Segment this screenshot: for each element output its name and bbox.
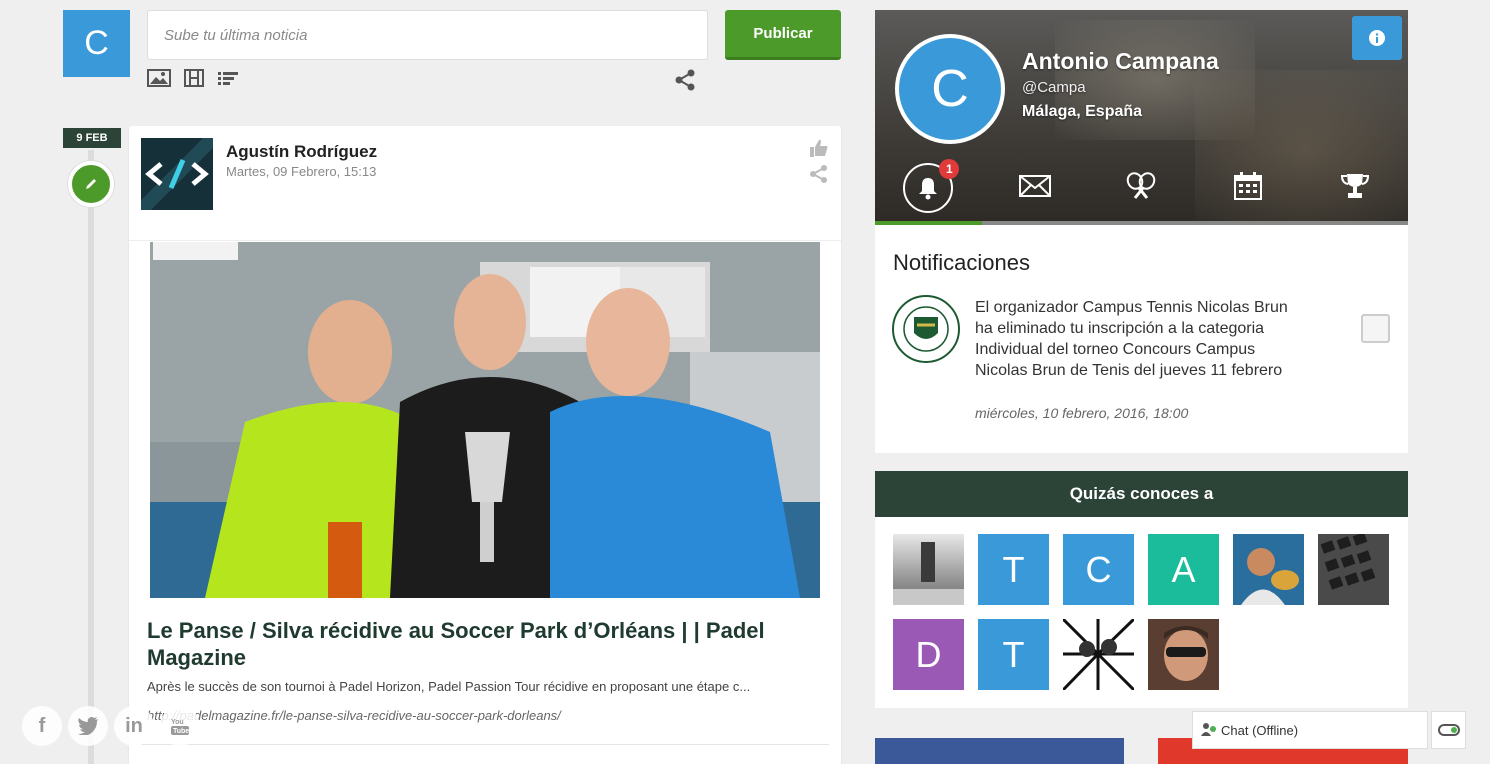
post-url[interactable]: http://padelmagazine.fr/le-panse-silva-r…	[147, 708, 561, 723]
video-icon[interactable]	[183, 68, 205, 88]
share-icon[interactable]	[809, 164, 829, 189]
facebook-banner[interactable]	[875, 738, 1124, 764]
twitter-icon[interactable]	[68, 706, 108, 746]
nav-notifications[interactable]: 1	[875, 158, 982, 218]
mail-icon[interactable]	[1018, 174, 1051, 202]
date-badge: 9 FEB	[63, 128, 121, 148]
svg-text:You: You	[171, 719, 184, 726]
svg-text:Tube: Tube	[173, 728, 189, 735]
suggestion-avatar[interactable]	[1063, 619, 1134, 690]
divider	[129, 240, 841, 241]
profile-location: Málaga, España	[1022, 103, 1143, 120]
chat-user-icon	[1201, 722, 1217, 739]
post-date: Martes, 09 Febrero, 15:13	[226, 164, 377, 179]
news-input[interactable]	[147, 10, 708, 60]
suggestions-grid: T C A D T	[893, 534, 1389, 690]
suggestion-avatar[interactable]: C	[1063, 534, 1134, 605]
post-image[interactable]	[150, 242, 820, 598]
suggestions-panel: Quizás conoces a T C A D T	[875, 471, 1408, 708]
list-icon[interactable]	[217, 68, 239, 88]
divider	[141, 744, 829, 745]
chat-status[interactable]: Chat (Offline)	[1192, 711, 1428, 749]
chat-label: Chat (Offline)	[1221, 722, 1299, 738]
nav-calendar[interactable]	[1195, 158, 1302, 218]
image-icon[interactable]	[147, 68, 171, 88]
profile-name[interactable]: Antonio Campana	[1022, 48, 1219, 75]
timeline-line	[88, 150, 94, 764]
linkedin-icon[interactable]: in	[114, 706, 154, 746]
info-button[interactable]	[1352, 16, 1402, 60]
composer-tools	[147, 68, 239, 88]
calendar-icon[interactable]	[1234, 171, 1263, 205]
trophy-icon[interactable]	[1340, 172, 1370, 205]
notifications-panel: Notificaciones El organizador Campus Ten…	[875, 225, 1408, 453]
suggestion-avatar[interactable]: A	[1148, 534, 1219, 605]
youtube-icon[interactable]: You Tube	[160, 706, 200, 746]
suggestion-avatar[interactable]	[1318, 534, 1389, 605]
author-logo[interactable]	[141, 138, 213, 210]
profile-nav: 1	[875, 158, 1408, 218]
suggestion-avatar[interactable]	[1148, 619, 1219, 690]
notification-text[interactable]: El organizador Campus Tennis Nicolas Bru…	[975, 297, 1295, 381]
suggestion-avatar[interactable]	[893, 534, 964, 605]
post-excerpt: Après le succès de son tournoi à Padel H…	[147, 679, 751, 694]
like-icon[interactable]	[809, 138, 829, 163]
suggestion-avatar[interactable]	[1233, 534, 1304, 605]
suggestion-avatar[interactable]: D	[893, 619, 964, 690]
notification-time: miércoles, 10 febrero, 2016, 18:00	[975, 405, 1189, 421]
profile-handle: @Campa	[1022, 79, 1086, 96]
nav-tennis[interactable]	[1088, 158, 1195, 218]
organizer-logo[interactable]	[892, 295, 960, 363]
bell-icon[interactable]: 1	[903, 159, 960, 213]
profile-avatar[interactable]: C	[895, 34, 1005, 144]
nav-trophies[interactable]	[1301, 158, 1408, 218]
suggestions-title: Quizás conoces a	[875, 471, 1408, 517]
toggle-icon	[1437, 724, 1460, 736]
post-title[interactable]: Le Panse / Silva récidive au Soccer Park…	[147, 617, 797, 671]
post-author[interactable]: Agustín Rodríguez	[226, 142, 377, 162]
profile-card: C Antonio Campana @Campa Málaga, España …	[875, 10, 1408, 225]
pencil-icon	[68, 161, 114, 207]
suggestion-avatar[interactable]: T	[978, 534, 1049, 605]
post-card: Agustín Rodríguez Martes, 09 Febrero, 15…	[129, 126, 841, 764]
suggestion-avatar[interactable]: T	[978, 619, 1049, 690]
social-links: f in You Tube	[22, 706, 200, 746]
notifications-title: Notificaciones	[893, 250, 1030, 275]
notification-badge: 1	[939, 159, 960, 179]
notification-checkbox[interactable]	[1361, 314, 1390, 343]
chat-toggle[interactable]	[1431, 711, 1466, 749]
nav-messages[interactable]	[982, 158, 1089, 218]
user-avatar[interactable]: C	[63, 10, 130, 77]
share-icon[interactable]	[674, 69, 696, 91]
publish-button[interactable]: Publicar	[725, 10, 841, 60]
facebook-icon[interactable]: f	[22, 706, 62, 746]
tennis-icon[interactable]	[1125, 171, 1157, 205]
